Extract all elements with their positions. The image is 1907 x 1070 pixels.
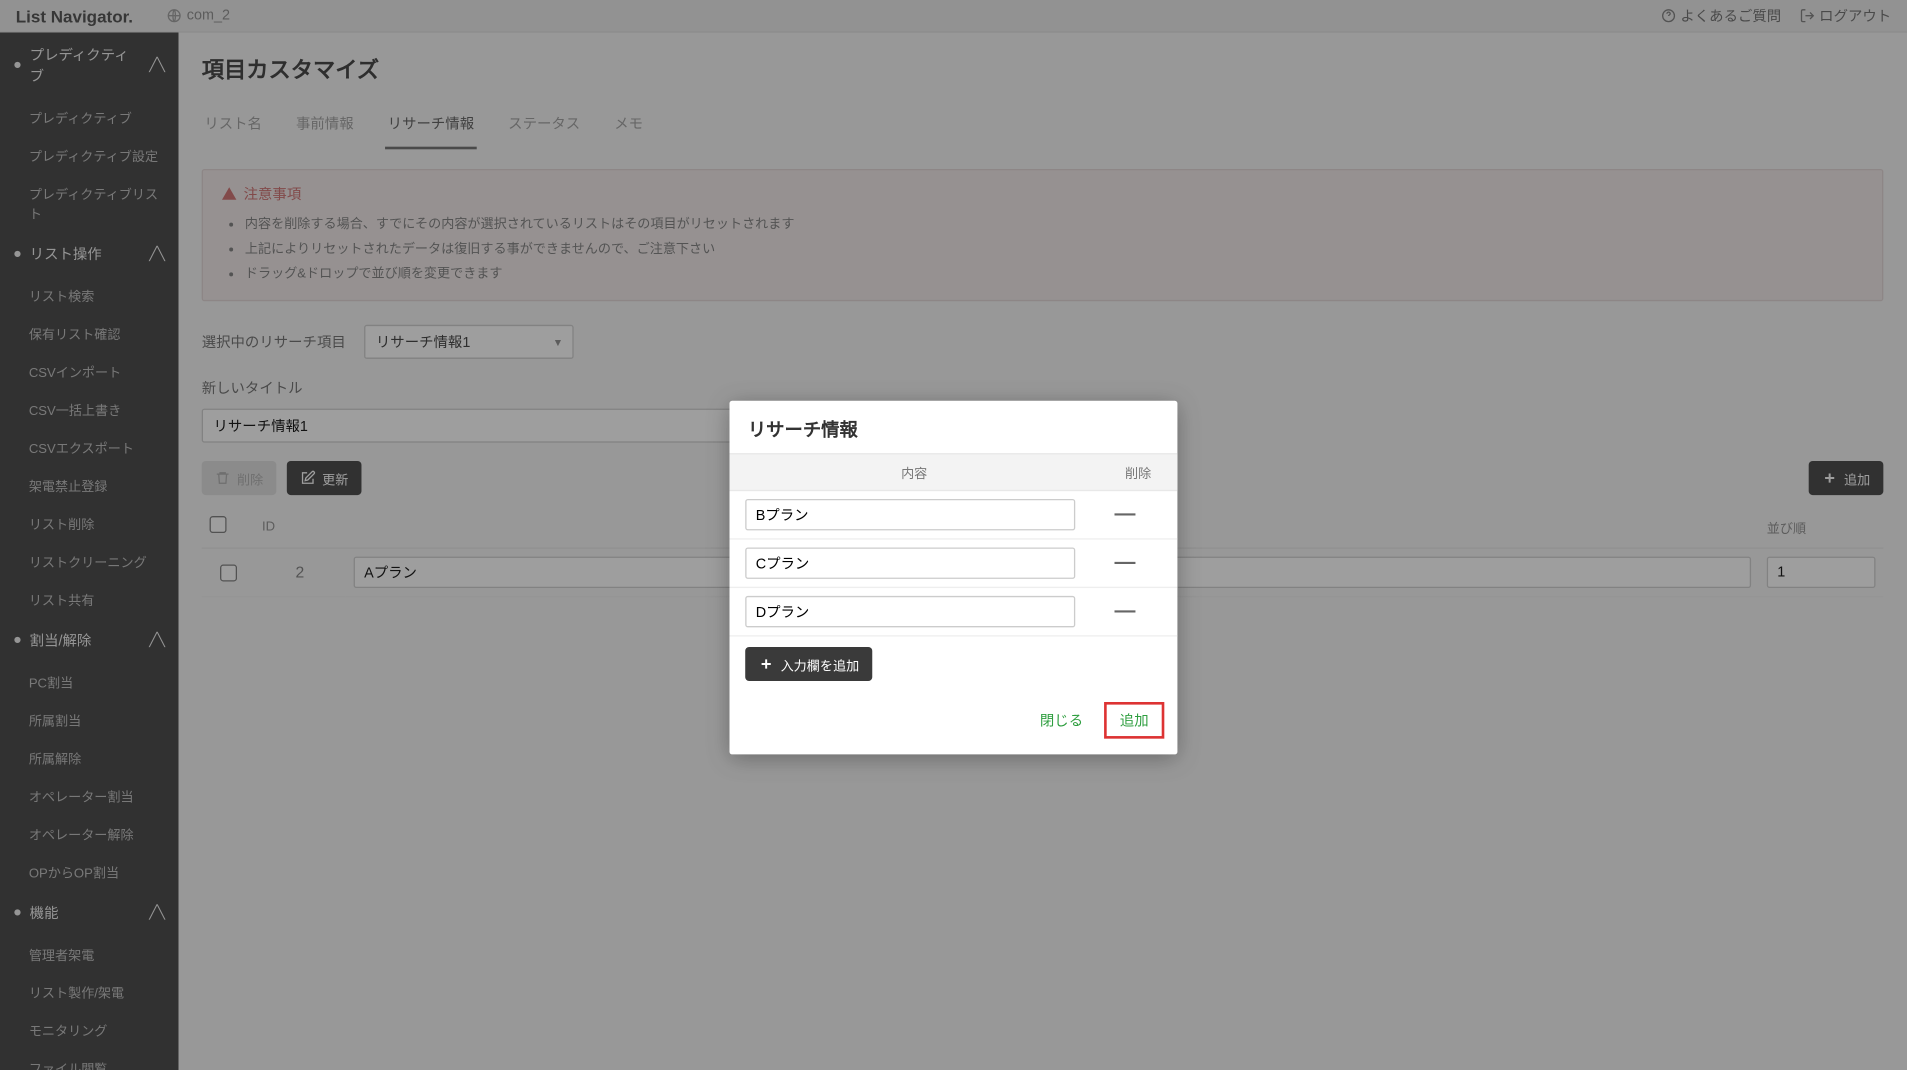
modal-row: —	[730, 491, 1178, 539]
modal-col-content: 内容	[730, 462, 1099, 482]
modal-overlay: リサーチ情報 内容 削除 — — — 入力欄を追加 閉じる 追加	[0, 0, 1907, 1070]
add-input-button[interactable]: 入力欄を追加	[745, 647, 872, 681]
add-input-text: 入力欄を追加	[781, 654, 860, 674]
modal-content-input[interactable]	[745, 596, 1075, 627]
modal-content-input[interactable]	[745, 547, 1075, 578]
plus-icon	[758, 656, 774, 672]
modal-col-delete: 削除	[1099, 462, 1178, 482]
modal-row-delete[interactable]: —	[1099, 503, 1151, 527]
research-modal: リサーチ情報 内容 削除 — — — 入力欄を追加 閉じる 追加	[730, 401, 1178, 755]
modal-row: —	[730, 588, 1178, 636]
modal-submit-button[interactable]: 追加	[1104, 702, 1164, 739]
modal-row-delete[interactable]: —	[1099, 551, 1151, 575]
modal-close-button[interactable]: 閉じる	[1027, 702, 1096, 739]
modal-content-input[interactable]	[745, 499, 1075, 530]
modal-title: リサーチ情報	[730, 401, 1178, 453]
modal-row: —	[730, 540, 1178, 588]
modal-row-delete[interactable]: —	[1099, 600, 1151, 624]
